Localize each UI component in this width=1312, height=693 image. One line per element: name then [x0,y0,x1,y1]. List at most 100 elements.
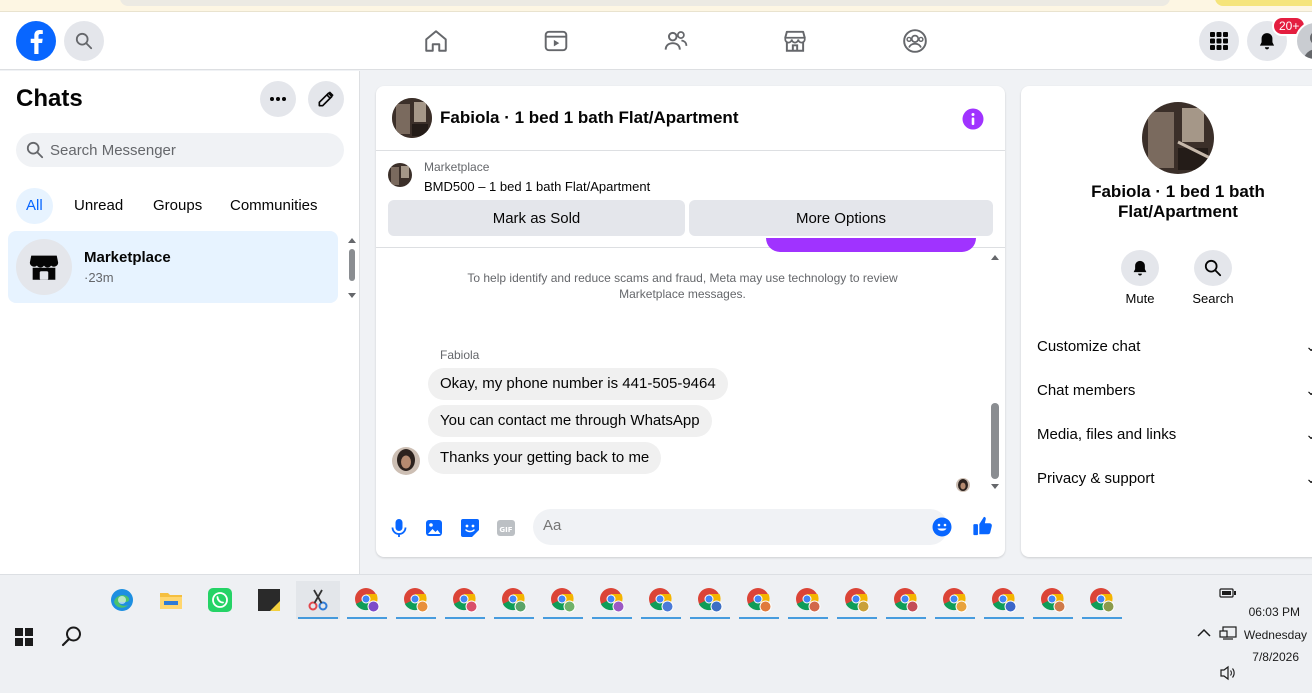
search-in-conversation-button[interactable] [1194,250,1232,286]
voice-clip-button[interactable] [390,518,408,538]
taskbar-app-chrome-profile[interactable] [345,581,389,619]
home-icon [425,30,447,52]
edge-browser-icon [111,589,133,611]
gif-button[interactable]: GIF [496,518,516,538]
taskbar-app-chrome-profile[interactable] [737,581,781,619]
store-icon [29,255,59,280]
chat-list-scrollbar[interactable] [346,235,358,301]
friends-icon [664,31,688,50]
mark-as-sold-button[interactable]: Mark as Sold [388,200,685,236]
mute-label: Mute [1125,291,1155,306]
search-icon [1204,259,1222,277]
section-label: Chat members [1037,382,1136,399]
chevron-up-icon[interactable] [1197,628,1211,638]
menu-button[interactable] [1199,21,1239,61]
address-bar[interactable] [120,0,1170,6]
listing-title[interactable]: BMD500 – 1 bed 1 bath Flat/Apartment [424,179,650,194]
chrome-icon [747,588,772,613]
taskbar-app-chrome-profile[interactable] [443,581,487,619]
user-silhouette-icon [1303,33,1312,59]
nav-video[interactable] [500,12,612,70]
taskbar-app-whatsapp[interactable] [198,581,242,619]
taskbar-app-file-explorer[interactable] [149,581,193,619]
filter-tab-groups[interactable]: Groups [143,188,212,224]
running-indicator [592,617,632,619]
message-bubble[interactable]: You can contact me through WhatsApp [428,405,712,437]
chat-avatar [16,239,72,295]
more-options-button[interactable]: More Options [689,200,993,236]
taskbar-app-chrome-profile[interactable] [394,581,438,619]
read-receipt-avatar [956,478,970,492]
taskbar-app-chrome-profile[interactable] [884,581,928,619]
section-customize-chat[interactable]: Customize chat ⌄ [1037,338,1312,355]
volume-icon[interactable] [1219,665,1237,681]
mute-button[interactable] [1121,250,1159,286]
taskbar-app-chrome-profile[interactable] [639,581,683,619]
chrome-icon [698,588,723,613]
nav-marketplace[interactable] [739,12,851,70]
taskbar-app-sticky-notes[interactable] [247,581,291,619]
taskbar-app-chrome-profile[interactable] [933,581,977,619]
compose-icon [318,91,334,107]
windows-logo-icon [15,628,33,646]
taskbar-app-chrome-profile[interactable] [982,581,1026,619]
microphone-icon [391,519,407,537]
search-label: Search [1192,291,1234,306]
section-privacy-support[interactable]: Privacy & support ⌄ [1037,470,1312,487]
sticker-button[interactable] [460,518,480,538]
clock-time[interactable]: 06:03 PM [1230,605,1300,619]
taskbar-app-snipping-tool[interactable] [296,581,340,619]
clock-date[interactable]: 7/8/2026 [1230,650,1299,664]
emoji-icon [932,517,952,537]
running-indicator [543,617,583,619]
taskbar-app-chrome-profile[interactable] [1031,581,1075,619]
clock-day[interactable]: Wednesday [1230,628,1307,642]
grid-menu-icon [1210,32,1228,50]
chat-options-button[interactable] [260,81,296,117]
taskbar-app-chrome-profile[interactable] [786,581,830,619]
battery-icon[interactable] [1219,587,1237,599]
messages-scrollbar[interactable] [988,250,1002,492]
message-bubble[interactable]: Thanks your getting back to me [428,442,662,474]
running-indicator [445,617,485,619]
new-message-button[interactable] [308,81,344,117]
nav-groups[interactable] [859,12,971,70]
conversation-avatar [392,98,432,138]
emoji-button[interactable] [932,517,952,537]
attach-photo-button[interactable] [425,518,443,538]
running-indicator [641,617,681,619]
section-media-files-links[interactable]: Media, files and links ⌄ [1037,426,1312,443]
chat-list-item-marketplace[interactable]: Marketplace ·23m [8,231,338,303]
chevron-down-icon: ⌄ [1305,382,1312,398]
facebook-logo-icon[interactable] [16,21,56,61]
search-button[interactable] [64,21,104,61]
taskbar-app-chrome-profile[interactable] [541,581,585,619]
nav-friends[interactable] [620,12,732,70]
taskbar-app-chrome-profile[interactable] [835,581,879,619]
nav-home[interactable] [380,12,492,70]
taskbar-app-edge[interactable] [100,581,144,619]
conversation-info-button[interactable] [962,108,984,130]
message-composer[interactable] [533,509,952,545]
like-button[interactable] [972,515,994,537]
taskbar-app-chrome-profile[interactable] [492,581,536,619]
search-messenger-field[interactable] [16,133,344,167]
running-indicator [984,617,1024,619]
search-messenger-input[interactable] [50,141,330,159]
message-bubble[interactable]: Okay, my phone number is 441-505-9464 [428,368,728,400]
chrome-icon [502,588,527,613]
filter-tab-communities[interactable]: Communities [220,188,328,224]
running-indicator [788,617,828,619]
taskbar-app-chrome-profile[interactable] [688,581,732,619]
browser-button[interactable] [1215,0,1312,6]
message-input[interactable] [543,517,903,534]
filter-tab-all[interactable]: All [16,188,53,224]
taskbar-app-chrome-profile[interactable] [590,581,634,619]
running-indicator [739,617,779,619]
filter-tab-unread[interactable]: Unread [64,188,133,224]
section-chat-members[interactable]: Chat members ⌄ [1037,382,1312,399]
start-button[interactable] [14,627,34,647]
taskbar-app-chrome-profile[interactable] [1080,581,1124,619]
taskbar-search-button[interactable] [61,625,83,647]
browser-address-strip [0,0,1312,12]
